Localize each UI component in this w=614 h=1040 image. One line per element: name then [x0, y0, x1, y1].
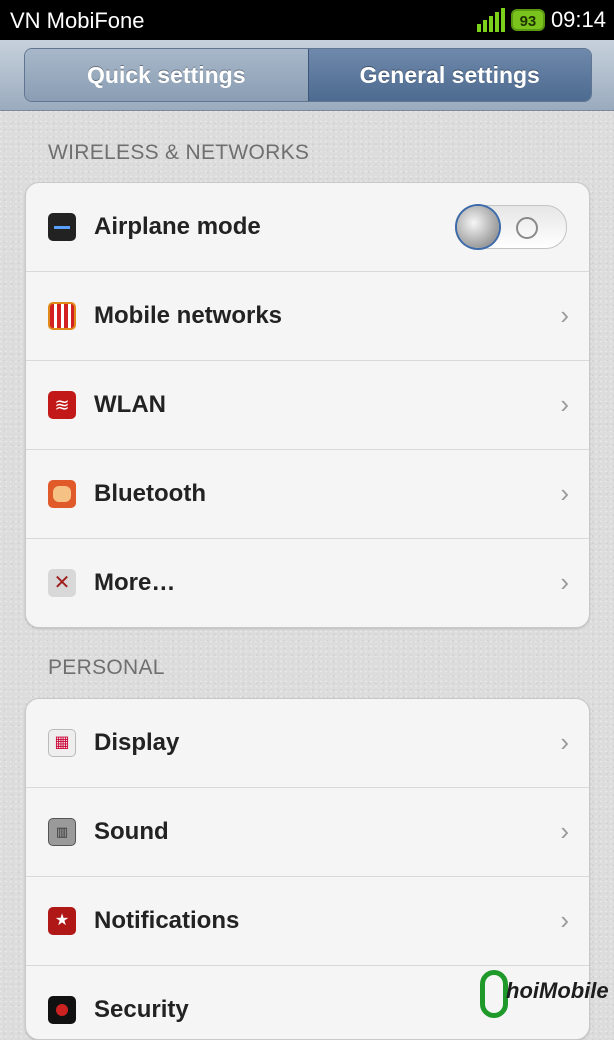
list-item-sound[interactable]: ▥ Sound ›	[26, 788, 589, 877]
tab-quick-settings[interactable]: Quick settings	[25, 49, 308, 101]
chevron-right-icon: ›	[560, 477, 569, 508]
wireless-settings-list: Airplane mode Mobile networks › ≋ WLAN ›…	[25, 182, 590, 628]
chevron-right-icon: ›	[560, 815, 569, 846]
chevron-right-icon: ›	[560, 904, 569, 935]
chevron-right-icon: ›	[560, 299, 569, 330]
list-item-label: More…	[94, 569, 176, 596]
section-header-personal: PERSONAL	[48, 656, 165, 679]
list-item-label: Sound	[94, 818, 169, 845]
toggle-knob	[457, 206, 499, 248]
list-item-label: Display	[94, 729, 180, 756]
list-item-bluetooth[interactable]: Bluetooth ›	[26, 450, 589, 539]
section-header-wireless: WIRELESS & NETWORKS	[48, 141, 310, 164]
status-icons: 93 09:14	[476, 7, 606, 33]
list-item-notifications[interactable]: ★ Notifications ›	[26, 877, 589, 966]
airplane-icon	[48, 213, 76, 241]
watermark-logo: hoiMobile	[478, 968, 614, 1024]
list-item-label: Airplane mode	[94, 213, 261, 240]
mobile-networks-icon	[48, 302, 76, 330]
signal-strength-icon	[476, 8, 505, 32]
chevron-right-icon: ›	[560, 566, 569, 597]
settings-tabs: Quick settings General settings	[24, 48, 592, 102]
status-bar: VN MobiFone 93 09:14	[0, 0, 614, 40]
list-item-airplane-mode[interactable]: Airplane mode	[26, 183, 589, 272]
watermark-text: hoiMobile	[506, 978, 609, 1003]
list-item-display[interactable]: ▦ Display ›	[26, 699, 589, 788]
tab-bar: Quick settings General settings	[0, 40, 614, 111]
toggle-off-indicator-icon	[516, 217, 538, 239]
security-icon	[48, 996, 76, 1024]
phone-logo-icon	[480, 970, 508, 1018]
display-icon: ▦	[48, 729, 76, 757]
notifications-icon: ★	[48, 907, 76, 935]
clock: 09:14	[550, 7, 606, 32]
list-item-label: Notifications	[94, 907, 240, 934]
chevron-right-icon: ›	[560, 388, 569, 419]
sound-icon: ▥	[48, 818, 76, 846]
tools-icon: ✕	[48, 569, 76, 597]
bluetooth-icon	[48, 480, 76, 508]
list-item-label: Bluetooth	[94, 480, 206, 507]
list-item-wlan[interactable]: ≋ WLAN ›	[26, 361, 589, 450]
chevron-right-icon: ›	[560, 726, 569, 757]
airplane-mode-toggle[interactable]	[455, 205, 567, 249]
tab-general-settings[interactable]: General settings	[307, 49, 591, 101]
list-item-label: WLAN	[94, 391, 166, 418]
list-item-label: Mobile networks	[94, 302, 283, 329]
list-item-mobile-networks[interactable]: Mobile networks ›	[26, 272, 589, 361]
list-item-more[interactable]: ✕ More… ›	[26, 539, 589, 627]
carrier-name: VN MobiFone	[10, 8, 145, 33]
battery-icon: 93	[510, 9, 545, 31]
list-item-label: Security	[94, 996, 189, 1023]
wifi-icon: ≋	[48, 391, 76, 419]
